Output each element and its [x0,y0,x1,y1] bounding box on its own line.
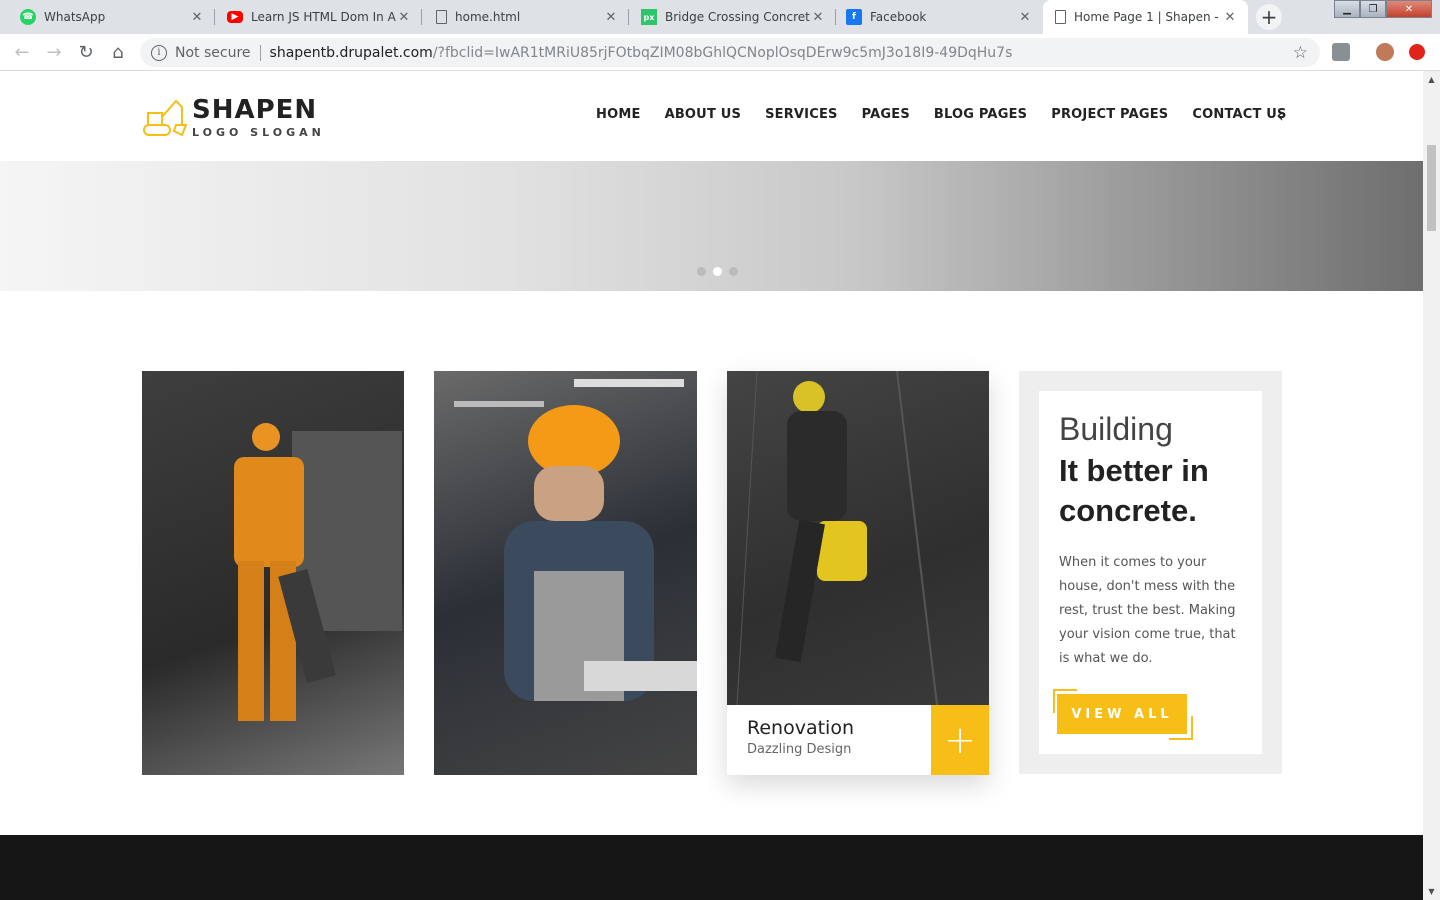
url-host: shapentb.drupalet.com [269,44,433,61]
bookmark-star-icon[interactable]: ☆ [1293,43,1308,63]
tab-shapen-active[interactable]: Home Page 1 | Shapen - C ✕ [1043,0,1248,34]
tab-title: home.html [455,10,521,24]
menu-item-services[interactable]: SERVICES [765,107,838,122]
extension-icon[interactable] [1332,43,1350,61]
hero-slider-image [0,161,1423,291]
info-icon[interactable]: i [151,44,167,61]
card-caption: Renovation Dazzling Design [747,717,854,757]
page-icon [1055,10,1066,24]
menu-item-project-pages[interactable]: PROJECT PAGES [1051,107,1168,122]
menu-item-pages[interactable]: PAGES [862,107,910,122]
menu-item-home[interactable]: HOME [596,107,641,122]
home-button[interactable]: ⌂ [106,40,130,64]
close-tab-icon[interactable]: ✕ [1222,10,1238,25]
site-header: SHAPEN LOGO SLOGAN HOME ABOUT US SERVICE… [0,71,1423,161]
scroll-up-arrow-icon[interactable]: ▲ [1423,71,1440,88]
slider-dot[interactable] [729,267,738,276]
profile-avatar[interactable] [1376,43,1394,61]
extension-red-icon[interactable] [1409,44,1425,60]
tab-title: WhatsApp [44,10,106,24]
logo-name: SHAPEN [192,95,318,125]
tab-home-html[interactable]: home.html ✕ [422,0,629,34]
site-logo[interactable]: SHAPEN LOGO SLOGAN [142,95,325,141]
tab-pixabay[interactable]: px Bridge Crossing Concrete - ✕ [629,0,836,34]
plus-icon[interactable]: + [931,705,989,775]
slider-dot-active[interactable] [713,267,722,276]
promo-text: When it comes to your house, don't mess … [1059,555,1236,666]
tab-strip: ☎ WhatsApp ✕ ▶ Learn JS HTML Dom In Ara … [0,0,1440,34]
scroll-down-arrow-icon[interactable]: ▼ [1423,883,1440,900]
menu-item-blog-pages[interactable]: BLOG PAGES [934,107,1027,122]
back-button[interactable]: ← [10,40,34,64]
browser-toolbar: ← → ↻ ⌂ i Not secure shapentb.drupalet.c… [0,34,1440,71]
engineer-helmet-image [454,379,697,701]
close-tab-icon[interactable]: ✕ [396,10,412,25]
close-tab-icon[interactable]: ✕ [189,10,205,25]
page-icon [436,10,447,24]
slider-dots [697,267,738,276]
renovation-card[interactable]: Renovation Dazzling Design + [727,371,989,775]
worker-photo-card[interactable] [142,371,404,775]
menu-item-about-us[interactable]: ABOUT US [665,107,742,122]
security-label: Not secure [175,44,251,61]
whatsapp-icon: ☎ [20,9,36,25]
promo-card: Building It better in concrete. When it … [1019,371,1282,774]
tab-facebook[interactable]: f Facebook ✕ [836,0,1043,34]
pixabay-icon: px [641,9,657,25]
card-subtitle: Dazzling Design [747,742,852,757]
url-path: /?fbclid=IwAR1tMRiU85rjFOtbqZIM08bGhlQCN… [432,44,1013,61]
promo-heading-light: Building [1059,411,1173,447]
chevron-left-icon[interactable]: ‹ [1276,103,1284,127]
web-page: SHAPEN LOGO SLOGAN HOME ABOUT US SERVICE… [0,71,1423,900]
tab-title: Home Page 1 | Shapen - C [1074,10,1222,24]
card-title: Renovation [747,717,854,739]
excavator-logo-icon [143,99,188,137]
youtube-icon: ▶ [227,11,243,23]
view-all-button[interactable]: VIEW ALL [1057,694,1187,734]
tab-title: Facebook [870,10,927,24]
new-tab-button[interactable]: + [1256,4,1282,30]
minimize-button[interactable]: ▁ [1334,0,1360,18]
forward-button[interactable]: → [42,40,66,64]
slider-dot[interactable] [697,267,706,276]
scrollbar-thumb[interactable] [1427,145,1436,231]
window-controls: ▁ ❐ ✕ [1334,0,1432,18]
maximize-button[interactable]: ❐ [1360,0,1386,18]
worker-orange-suit-image [234,423,402,721]
close-tab-icon[interactable]: ✕ [810,10,826,25]
promo-heading-bold: It better in concrete. [1059,453,1209,528]
main-menu: HOME ABOUT US SERVICES PAGES BLOG PAGES … [596,107,1287,122]
tab-title: Bridge Crossing Concrete - [665,10,810,24]
facebook-icon: f [846,9,862,25]
logo-slogan: LOGO SLOGAN [192,126,325,139]
page-scrollbar[interactable]: ▲ ▼ [1423,71,1440,900]
worker-helmet-photo-card[interactable] [434,371,697,775]
footer-band [0,835,1423,900]
tab-whatsapp[interactable]: ☎ WhatsApp ✕ [0,0,215,34]
tab-youtube[interactable]: ▶ Learn JS HTML Dom In Ara ✕ [215,0,422,34]
close-window-button[interactable]: ✕ [1386,0,1432,18]
address-bar[interactable]: i Not secure shapentb.drupalet.com /?fbc… [140,38,1320,67]
climber-photo [727,371,989,706]
tab-title: Learn JS HTML Dom In Ara [251,10,396,24]
close-tab-icon[interactable]: ✕ [603,10,619,25]
reload-button[interactable]: ↻ [74,40,98,64]
close-tab-icon[interactable]: ✕ [1017,10,1033,25]
menu-item-contact-us[interactable]: CONTACT US [1192,107,1286,122]
